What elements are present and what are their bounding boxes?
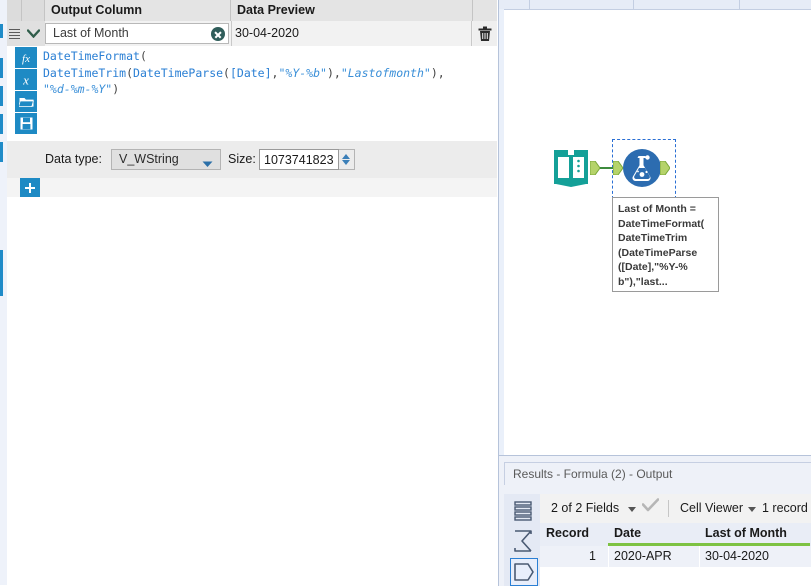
formula-toolbar: fx x: [15, 47, 37, 135]
function-icon[interactable]: fx: [15, 47, 37, 68]
datatype-bar: Data type: V_WString Size:: [7, 141, 497, 179]
checkmark-icon[interactable]: [641, 494, 660, 523]
formula-string-2: "Lastofmonth": [340, 65, 431, 80]
formula-paren-3: (: [223, 65, 230, 80]
save-icon[interactable]: [15, 113, 37, 134]
output-column-value: Last of Month: [53, 26, 129, 40]
text-input-tool[interactable]: [552, 148, 590, 188]
formula-editor[interactable]: fx x DateTimeFormat(DateTimeTrim(DateTi…: [7, 46, 497, 142]
results-table-body: [540, 567, 811, 586]
canvas-left-scroll[interactable]: [499, 9, 504, 455]
row-drag-handle[interactable]: [7, 21, 22, 46]
formula-paren-4: ): [326, 65, 334, 80]
table-view-icon[interactable]: [510, 498, 536, 524]
column-header-record[interactable]: Record: [540, 523, 608, 546]
row-expand-chevron-icon[interactable]: [22, 21, 45, 46]
results-toolbar: 2 of 2 Fields Cell Viewer 1 record d: [540, 494, 811, 524]
formula-paren-2: (: [126, 65, 134, 80]
cell-record: 1: [589, 549, 596, 563]
formula-output-port[interactable]: [659, 160, 671, 176]
variable-icon[interactable]: x: [15, 69, 37, 90]
cell-date: 2020-APR: [614, 549, 672, 563]
data-preview-value: 30-04-2020: [235, 26, 299, 40]
column-header-date[interactable]: Date: [608, 523, 699, 546]
header-chevron-cell: [22, 0, 45, 21]
size-stepper[interactable]: [339, 149, 355, 170]
table-row[interactable]: 1 2020-APR 30-04-2020: [540, 546, 811, 567]
size-input[interactable]: [259, 149, 339, 170]
header-data-preview: Data Preview: [231, 0, 473, 21]
formula-fn-2: DateTimeTrim: [43, 65, 127, 80]
configuration-panel: Output Column Data Preview Last of Month…: [0, 0, 497, 585]
canvas-top-strip: [499, 0, 811, 10]
formula-row: Last of Month 30-04-2020: [7, 21, 497, 47]
formula-grid-header: Output Column Data Preview: [7, 0, 497, 22]
add-row-bar: [7, 178, 497, 198]
panel-empty-area: [7, 197, 497, 585]
results-title: Results - Formula (2) - Output: [504, 462, 811, 485]
size-input-field: [260, 150, 338, 169]
text-input-output-port[interactable]: [589, 160, 601, 176]
datatype-value: V_WString: [119, 152, 179, 166]
datatype-select[interactable]: V_WString: [111, 149, 221, 170]
formula-comma-3: ,: [437, 65, 445, 80]
formula-field-date: [Date]: [229, 65, 272, 80]
formula-paren-5: ): [430, 65, 438, 80]
formula-paren-1: (: [139, 49, 147, 63]
column-header-last-of-month[interactable]: Last of Month: [699, 523, 810, 546]
cell-last-of-month: 30-04-2020: [705, 549, 769, 563]
svg-text:x: x: [22, 73, 29, 87]
header-output-column: Output Column: [45, 0, 231, 21]
results-table-header: Record Date Last of Month: [540, 523, 811, 547]
formula-comma-2: ,: [333, 65, 341, 80]
viewer-mode-label[interactable]: Cell Viewer: [680, 494, 743, 523]
record-count-label: 1 record d: [762, 501, 811, 515]
formula-fn-3: DateTimeParse: [133, 65, 224, 80]
data-profile-icon[interactable]: [510, 558, 538, 586]
size-label: Size:: [228, 152, 256, 166]
formula-paren-6: ): [112, 82, 120, 96]
node-annotation: Last of Month = DateTimeFormat( DateTime…: [612, 197, 719, 292]
chevron-down-icon: [202, 157, 213, 171]
formula-string-3: "%d-%m-%Y": [43, 82, 113, 96]
viewer-chevron-down-icon[interactable]: [748, 507, 756, 512]
results-panel: Results - Formula (2) - Output 2 of 2 Fi…: [498, 455, 811, 586]
summary-sigma-icon[interactable]: [510, 528, 536, 554]
header-delete-cell: [473, 0, 497, 21]
add-formula-button[interactable]: [20, 178, 40, 197]
fields-count-label[interactable]: 2 of 2 Fields: [551, 494, 619, 523]
clear-icon[interactable]: [211, 27, 225, 41]
results-table: Record Date Last of Month 1 2020-APR 30-…: [540, 523, 811, 586]
formula-fn-1: DateTimeFormat: [43, 49, 140, 63]
formula-tool[interactable]: [622, 148, 662, 188]
folder-icon[interactable]: [15, 91, 37, 112]
svg-text:fx: fx: [22, 53, 30, 65]
alteryx-window: Output Column Data Preview Last of Month…: [0, 0, 811, 586]
results-sidebar: [504, 494, 541, 586]
header-handle-cell: [7, 0, 22, 21]
formula-text[interactable]: DateTimeFormat( DateTimeTrim(DateTimePar…: [43, 48, 491, 98]
datatype-label: Data type:: [45, 152, 102, 166]
output-column-input[interactable]: Last of Month: [45, 23, 229, 44]
trash-icon[interactable]: [473, 21, 497, 46]
fields-chevron-down-icon[interactable]: [628, 507, 636, 512]
formula-string-1: "%Y-%b": [278, 65, 327, 80]
